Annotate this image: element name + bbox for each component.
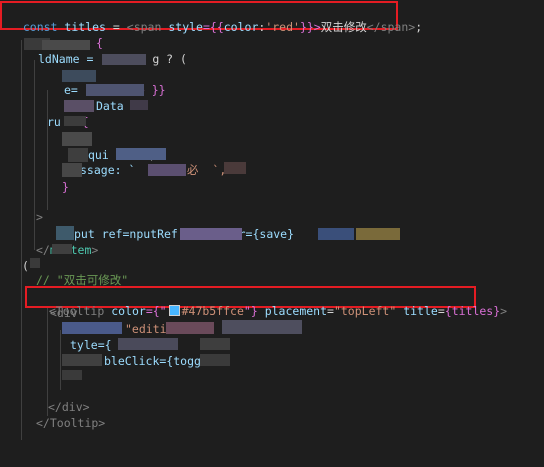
obscured-region bbox=[148, 164, 186, 176]
code-line-tooltip: <Tooltip color={" #47b5ffce"} placement="… bbox=[48, 304, 508, 318]
obscured-region bbox=[64, 100, 94, 112]
obscured-region bbox=[116, 148, 166, 160]
code-fragment: nputRef, bbox=[129, 227, 185, 241]
obscured-region bbox=[42, 40, 90, 50]
code-line: </div> bbox=[48, 400, 90, 414]
obscured-region bbox=[224, 162, 246, 174]
code-fragment: tyle={ bbox=[70, 338, 112, 352]
obscured-region bbox=[62, 163, 82, 177]
code-line: bleClick={toggl bbox=[104, 354, 208, 368]
obscured-region bbox=[68, 148, 88, 162]
brace-open: ={{ bbox=[202, 20, 224, 34]
div-close-tag: </div> bbox=[48, 400, 90, 414]
obscured-region bbox=[62, 322, 122, 334]
brace-close: }}> bbox=[299, 20, 321, 34]
color-value: #47b5ffce bbox=[181, 304, 244, 318]
code-comment: // "双击可修改" bbox=[36, 273, 129, 287]
operator: = bbox=[112, 20, 120, 34]
obscured-region bbox=[102, 54, 146, 65]
obscured-region bbox=[118, 338, 178, 350]
indent-guide bbox=[47, 90, 48, 210]
code-line: <div bbox=[50, 306, 78, 320]
div-open-tag: <div bbox=[50, 306, 78, 320]
obscured-region bbox=[30, 258, 40, 268]
code-fragment: ssage: ` bbox=[80, 163, 136, 177]
title-attr: title bbox=[403, 304, 438, 318]
code-fragment: ( bbox=[22, 259, 29, 273]
code-line: "editi bbox=[125, 322, 167, 336]
tooltip-tag-end: > bbox=[500, 304, 508, 318]
code-line: tyle={ bbox=[70, 338, 112, 352]
comment-line: // "双击可修改" bbox=[36, 273, 128, 287]
brace-close: "} bbox=[243, 304, 258, 318]
code-fragment: g ? ( bbox=[152, 52, 187, 66]
obscured-region bbox=[222, 320, 302, 334]
code-fragment: e= bbox=[64, 83, 78, 97]
code-fragment: > bbox=[36, 210, 43, 224]
close-tag: </ bbox=[36, 243, 50, 257]
style-attr: style bbox=[168, 20, 203, 34]
code-line: } bbox=[62, 180, 69, 194]
code-fragment: } bbox=[62, 180, 69, 194]
obscured-region bbox=[64, 116, 86, 126]
color-swatch-icon[interactable] bbox=[168, 305, 180, 316]
code-line: ( bbox=[22, 259, 29, 273]
code-fragment: put ref= bbox=[74, 227, 130, 241]
obscured-region bbox=[62, 70, 96, 82]
tooltip-close-tag: </Tooltip> bbox=[36, 416, 106, 430]
code-fragment: qui bbox=[88, 148, 109, 162]
code-line: Data bbox=[96, 99, 124, 113]
placement-value: "topLeft" bbox=[333, 304, 397, 318]
obscured-region bbox=[52, 244, 72, 254]
indent-guide bbox=[21, 40, 22, 440]
code-fragment: { bbox=[96, 36, 103, 50]
variable-name: titles bbox=[64, 20, 106, 34]
obscured-region bbox=[62, 354, 102, 366]
red-string: 'red' bbox=[265, 20, 300, 34]
obscured-region bbox=[130, 100, 148, 110]
title-value: {titles} bbox=[444, 304, 501, 318]
obscured-region bbox=[356, 228, 400, 240]
obscured-region bbox=[200, 338, 230, 350]
indent-guide bbox=[34, 60, 35, 250]
obscured-region bbox=[200, 354, 230, 366]
obscured-region bbox=[318, 228, 354, 240]
placement-attr: placement bbox=[264, 304, 328, 318]
code-fragment: "editi bbox=[125, 322, 167, 336]
code-fragment: ldName = bbox=[38, 52, 101, 66]
color-key: color bbox=[223, 20, 259, 34]
semicolon: ; bbox=[415, 20, 423, 34]
indent-guide bbox=[60, 330, 61, 390]
color-attr: color bbox=[111, 304, 146, 318]
obscured-region bbox=[86, 84, 144, 96]
obscured-region bbox=[56, 226, 74, 240]
code-line: > bbox=[36, 210, 43, 224]
code-fragment: Data bbox=[96, 99, 124, 113]
keyword-const: const bbox=[22, 20, 58, 34]
span-close-tag: </span> bbox=[366, 20, 416, 34]
brace-open: ={" bbox=[145, 304, 167, 318]
code-fragment: bleClick={toggl bbox=[104, 354, 208, 368]
code-line: </Tooltip> bbox=[36, 416, 105, 430]
code-line: { bbox=[96, 36, 103, 50]
obscured-region bbox=[166, 322, 214, 334]
span-text: 双击修改 bbox=[320, 20, 367, 34]
obscured-region bbox=[62, 132, 92, 146]
code-line-titles: const titles = <span style={{color:'red'… bbox=[9, 6, 422, 34]
obscured-region bbox=[62, 370, 82, 380]
code-fragment: ru bbox=[47, 115, 61, 129]
obscured-region bbox=[180, 228, 242, 240]
span-open-tag: <span bbox=[126, 20, 162, 34]
